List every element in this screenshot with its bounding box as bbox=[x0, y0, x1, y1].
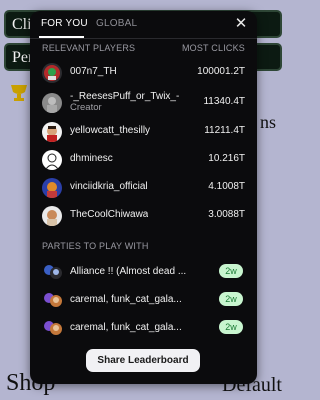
party-avatar bbox=[44, 293, 62, 307]
player-row[interactable]: yellowcatt_thesilly 11211.4T bbox=[42, 121, 245, 143]
leaderboard-tabs: FOR YOU GLOBAL ✕ bbox=[30, 11, 257, 39]
party-avatar bbox=[44, 321, 62, 335]
player-avatar bbox=[42, 178, 62, 198]
player-clicks: 3.0088T bbox=[208, 209, 245, 220]
player-name: -_ReesesPuff_or_Twix_- bbox=[70, 91, 180, 102]
player-row[interactable]: vinciidkria_official 4.1008T bbox=[42, 177, 245, 199]
player-avatar bbox=[42, 150, 62, 170]
parties-section-title: PARTIES TO PLAY WITH bbox=[42, 241, 149, 251]
active-tab-indicator bbox=[39, 36, 84, 38]
player-name: vinciidkria_official bbox=[70, 181, 148, 192]
player-clicks: 4.1008T bbox=[208, 181, 245, 192]
party-name: Alliance !! (Almost dead ... bbox=[70, 266, 187, 277]
player-clicks: 100001.2T bbox=[197, 66, 245, 77]
background-text: ns bbox=[259, 112, 276, 132]
players-section-header: RELEVANT PLAYERS MOST CLICKS bbox=[42, 43, 245, 53]
party-row[interactable]: Alliance !! (Almost dead ... 2w bbox=[42, 262, 245, 284]
party-avatar bbox=[44, 265, 62, 279]
player-avatar bbox=[42, 93, 62, 113]
party-age-badge: 2w bbox=[219, 320, 243, 334]
tab-for-you[interactable]: FOR YOU bbox=[41, 18, 88, 29]
party-name: caremal, funk_cat_gala... bbox=[70, 322, 182, 333]
player-row[interactable]: dhminesc 10.216T bbox=[42, 149, 245, 171]
player-name: 007n7_TH bbox=[70, 66, 117, 77]
player-row[interactable]: -_ReesesPuff_or_Twix_- Creator 11340.4T bbox=[42, 91, 245, 114]
party-row[interactable]: caremal, funk_cat_gala... 2w bbox=[42, 290, 245, 312]
player-row[interactable]: TheCoolChiwawa 3.0088T bbox=[42, 205, 245, 227]
player-avatar bbox=[42, 63, 62, 83]
player-clicks: 11340.4T bbox=[203, 96, 245, 107]
player-row[interactable]: 007n7_TH 100001.2T bbox=[42, 62, 245, 84]
player-avatar bbox=[42, 206, 62, 226]
player-clicks: 10.216T bbox=[208, 153, 245, 164]
parties-section-header: PARTIES TO PLAY WITH bbox=[42, 241, 245, 251]
tab-global[interactable]: GLOBAL bbox=[96, 18, 137, 29]
player-name: dhminesc bbox=[70, 153, 113, 164]
party-age-badge: 2w bbox=[219, 292, 243, 306]
party-row[interactable]: caremal, funk_cat_gala... 2w bbox=[42, 318, 245, 340]
player-avatar bbox=[42, 122, 62, 142]
party-name: caremal, funk_cat_gala... bbox=[70, 294, 182, 305]
player-clicks: 11211.4T bbox=[204, 125, 245, 136]
player-name: yellowcatt_thesilly bbox=[70, 125, 151, 136]
player-name: TheCoolChiwawa bbox=[70, 209, 149, 220]
players-section-title: RELEVANT PLAYERS bbox=[42, 43, 136, 53]
player-subtitle: Creator bbox=[70, 102, 102, 113]
close-icon[interactable]: ✕ bbox=[233, 16, 249, 32]
share-leaderboard-button[interactable]: Share Leaderboard bbox=[86, 349, 200, 372]
party-age-badge: 2w bbox=[219, 264, 243, 278]
most-clicks-column-header: MOST CLICKS bbox=[181, 43, 245, 53]
leaderboard-panel: FOR YOU GLOBAL ✕ RELEVANT PLAYERS MOST C… bbox=[30, 11, 257, 384]
trophy-icon bbox=[11, 85, 27, 101]
